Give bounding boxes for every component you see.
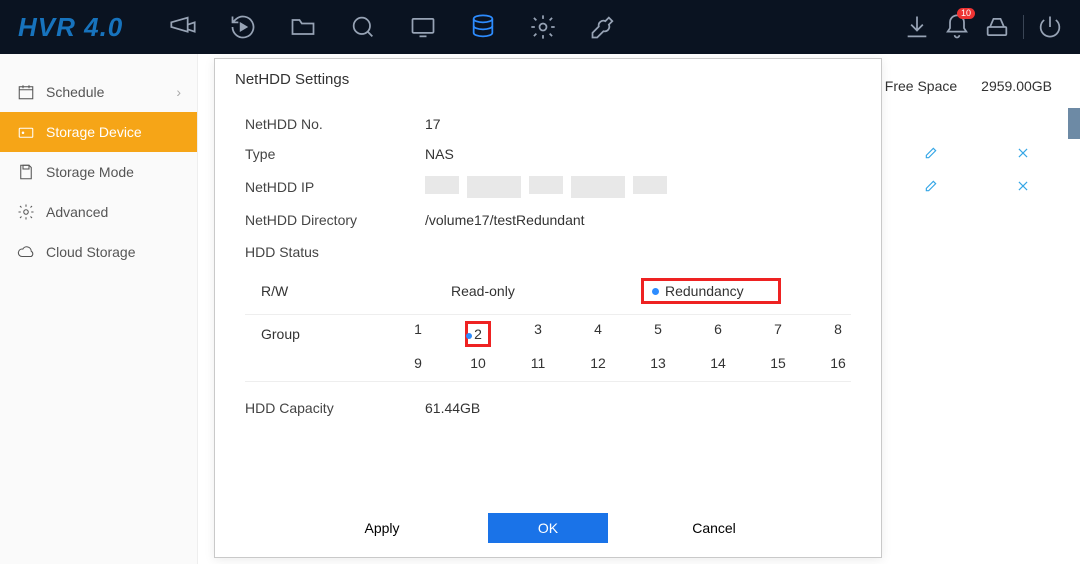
edit-icon[interactable] bbox=[924, 146, 938, 163]
sidebar-item-label: Advanced bbox=[46, 204, 108, 220]
save-icon bbox=[16, 162, 36, 182]
divider bbox=[1023, 15, 1024, 39]
group-selector: Group 1 2 3 4 5 6 7 8 9 10 11 bbox=[245, 315, 851, 382]
monitor-icon[interactable] bbox=[393, 0, 453, 54]
nethdd-dir-value[interactable]: /volume17/testRedundant bbox=[425, 212, 851, 228]
status-rw-option[interactable]: R/W bbox=[261, 283, 451, 299]
group-label: Group bbox=[261, 326, 405, 342]
bell-icon[interactable]: 10 bbox=[937, 0, 977, 54]
disk-icon bbox=[16, 122, 36, 142]
cloud-gear-icon bbox=[16, 242, 36, 262]
edit-column-header: Edit bbox=[1068, 108, 1080, 139]
replay-icon[interactable] bbox=[213, 0, 273, 54]
power-icon[interactable] bbox=[1030, 0, 1070, 54]
group-option-4[interactable]: 4 bbox=[585, 321, 611, 347]
nethdd-ip-value[interactable] bbox=[425, 176, 851, 198]
dialog-title: NetHDD Settings bbox=[215, 59, 881, 96]
table-rows bbox=[924, 146, 1030, 196]
radio-selected-icon bbox=[652, 288, 659, 295]
group-option-5[interactable]: 5 bbox=[645, 321, 671, 347]
search-icon[interactable] bbox=[333, 0, 393, 54]
type-value[interactable]: NAS bbox=[425, 146, 851, 162]
group-option-16[interactable]: 16 bbox=[825, 355, 851, 371]
gear-icon[interactable] bbox=[513, 0, 573, 54]
hdd-capacity-label: HDD Capacity bbox=[245, 400, 425, 416]
nethdd-ip-label: NetHDD IP bbox=[245, 179, 425, 195]
group-option-13[interactable]: 13 bbox=[645, 355, 671, 371]
topbar: HVR 4.0 10 bbox=[0, 0, 1080, 54]
free-space-label: Free Space bbox=[885, 78, 957, 94]
sidebar-item-label: Cloud Storage bbox=[46, 244, 136, 260]
status-readonly-option[interactable]: Read-only bbox=[451, 283, 641, 299]
dialog-footer: Apply OK Cancel bbox=[215, 513, 881, 543]
nethdd-no-value[interactable]: 17 bbox=[425, 116, 851, 132]
app-logo: HVR 4.0 bbox=[18, 12, 123, 43]
apply-button[interactable]: Apply bbox=[322, 513, 442, 543]
gear-small-icon bbox=[16, 202, 36, 222]
group-option-15[interactable]: 15 bbox=[765, 355, 791, 371]
calendar-icon bbox=[16, 82, 36, 102]
sidebar-item-advanced[interactable]: Advanced bbox=[0, 192, 197, 232]
drive-icon[interactable] bbox=[977, 0, 1017, 54]
group-option-6[interactable]: 6 bbox=[705, 321, 731, 347]
sidebar-item-cloud-storage[interactable]: Cloud Storage bbox=[0, 232, 197, 272]
close-icon[interactable] bbox=[1016, 179, 1030, 196]
sidebar-item-schedule[interactable]: Schedule › bbox=[0, 72, 197, 112]
status-redundancy-option[interactable]: Redundancy bbox=[641, 278, 781, 304]
type-label: Type bbox=[245, 146, 425, 162]
sidebar: Schedule › Storage Device Storage Mode A… bbox=[0, 54, 198, 564]
sidebar-item-label: Storage Mode bbox=[46, 164, 134, 180]
sidebar-item-storage-mode[interactable]: Storage Mode bbox=[0, 152, 197, 192]
group-option-2[interactable]: 2 bbox=[465, 321, 491, 347]
nethdd-dir-label: NetHDD Directory bbox=[245, 212, 425, 228]
group-option-11[interactable]: 11 bbox=[525, 355, 551, 371]
group-option-9[interactable]: 9 bbox=[405, 355, 431, 371]
group-option-10[interactable]: 10 bbox=[465, 355, 491, 371]
close-icon[interactable] bbox=[1016, 146, 1030, 163]
group-option-8[interactable]: 8 bbox=[825, 321, 851, 347]
group-option-7[interactable]: 7 bbox=[765, 321, 791, 347]
group-option-14[interactable]: 14 bbox=[705, 355, 731, 371]
group-option-1[interactable]: 1 bbox=[405, 321, 431, 347]
edit-icon[interactable] bbox=[924, 179, 938, 196]
sidebar-item-label: Storage Device bbox=[46, 124, 142, 140]
sidebar-item-storage-device[interactable]: Storage Device bbox=[0, 112, 197, 152]
nethdd-no-label: NetHDD No. bbox=[245, 116, 425, 132]
wrench-icon[interactable] bbox=[573, 0, 633, 54]
hdd-status-label: HDD Status bbox=[245, 244, 851, 260]
folder-icon[interactable] bbox=[273, 0, 333, 54]
database-icon[interactable] bbox=[453, 0, 513, 54]
hdd-status-options: R/W Read-only Redundancy bbox=[245, 270, 851, 315]
chevron-right-icon: › bbox=[176, 84, 181, 100]
free-space-value: 2959.00GB bbox=[981, 78, 1052, 94]
notification-badge: 10 bbox=[957, 8, 975, 19]
ok-button[interactable]: OK bbox=[488, 513, 608, 543]
group-option-12[interactable]: 12 bbox=[585, 355, 611, 371]
table-header: Edit Delete bbox=[1068, 108, 1080, 139]
camera-icon[interactable] bbox=[153, 0, 213, 54]
cancel-button[interactable]: Cancel bbox=[654, 513, 774, 543]
download-icon[interactable] bbox=[897, 0, 937, 54]
hdd-capacity-value: 61.44GB bbox=[425, 400, 480, 416]
nethdd-settings-dialog: NetHDD Settings NetHDD No. 17 Type NAS N… bbox=[214, 58, 882, 558]
group-option-3[interactable]: 3 bbox=[525, 321, 551, 347]
sidebar-item-label: Schedule bbox=[46, 84, 104, 100]
free-space-display: Free Space 2959.00GB bbox=[885, 78, 1052, 94]
